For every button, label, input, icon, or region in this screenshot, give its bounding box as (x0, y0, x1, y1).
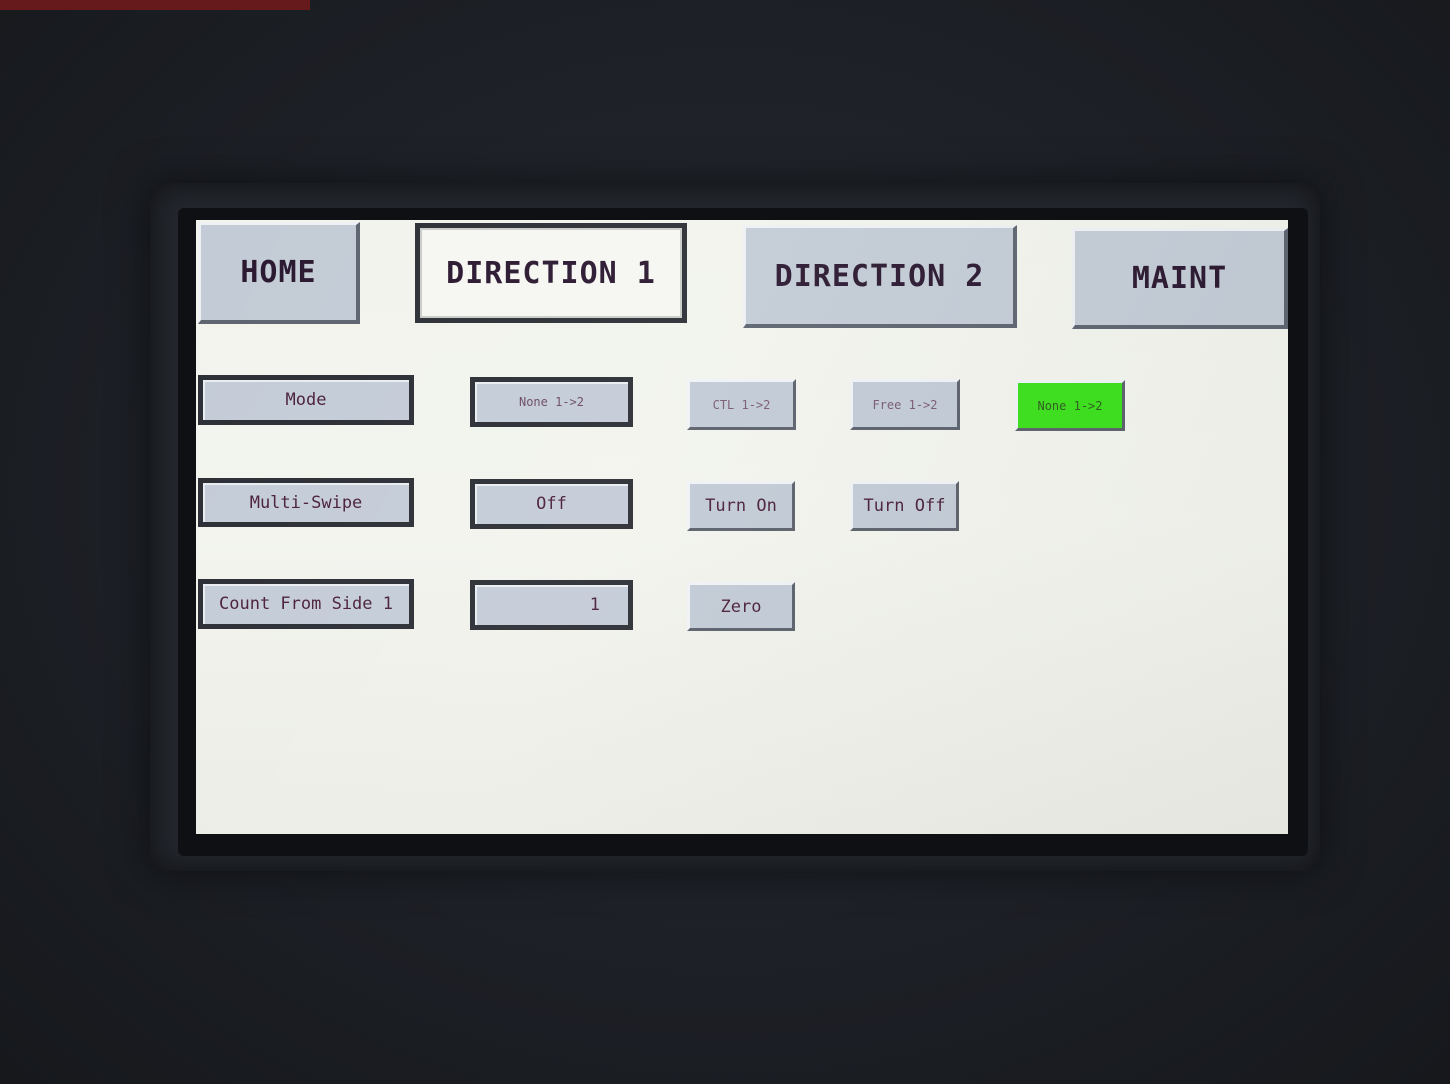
count-zero-button[interactable]: Zero (687, 582, 795, 631)
multi-swipe-turn-off-button[interactable]: Turn Off (850, 481, 959, 531)
count-value: 1 (470, 580, 633, 630)
multi-swipe-label: Multi-Swipe (198, 478, 414, 527)
mode-value: None 1->2 (470, 377, 633, 427)
red-edge (0, 0, 310, 10)
multi-swipe-turn-on-button[interactable]: Turn On (687, 481, 795, 531)
tab-direction-1[interactable]: DIRECTION 1 (415, 223, 687, 323)
mode-label: Mode (198, 375, 414, 425)
multi-swipe-value: Off (470, 479, 633, 529)
tab-maint[interactable]: MAINT (1072, 228, 1288, 329)
mode-free-button[interactable]: Free 1->2 (850, 379, 960, 430)
hmi-screen: HOME DIRECTION 1 DIRECTION 2 MAINT Mode … (196, 220, 1288, 834)
mode-ctl-button[interactable]: CTL 1->2 (687, 379, 796, 430)
tab-home[interactable]: HOME (198, 222, 360, 324)
mode-none-button[interactable]: None 1->2 (1015, 380, 1125, 431)
tab-direction-2[interactable]: DIRECTION 2 (743, 225, 1017, 328)
count-label: Count From Side 1 (198, 579, 414, 629)
